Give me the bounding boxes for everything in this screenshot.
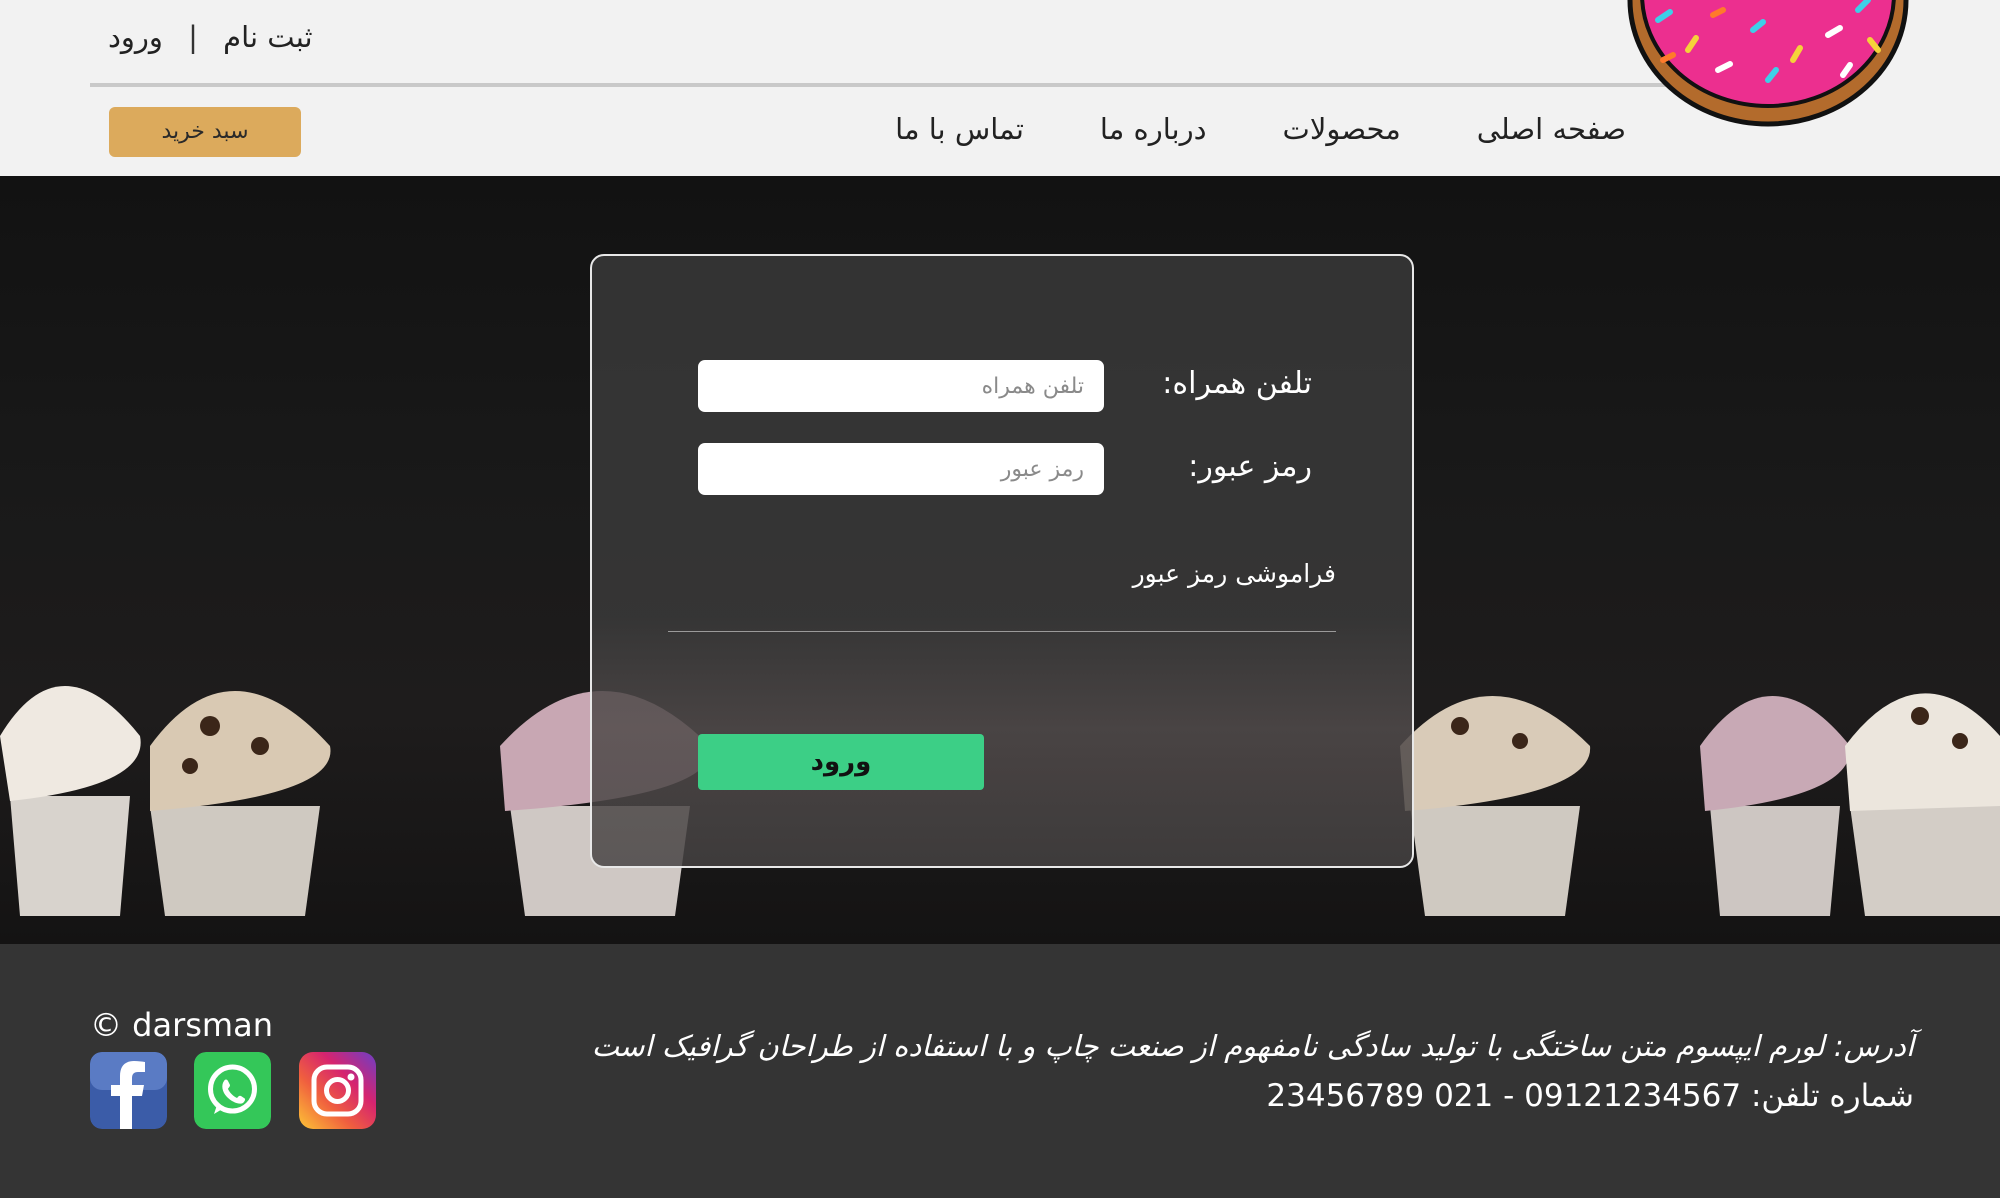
forgot-password-link[interactable]: فراموشی رمز عبور xyxy=(1133,559,1336,588)
cart-button[interactable]: سبد خرید xyxy=(109,107,301,157)
donut-logo-icon[interactable] xyxy=(1618,0,1918,130)
phone-input[interactable] xyxy=(698,360,1104,412)
footer-phone: شماره تلفن: 09121234567 - 021 23456789 xyxy=(1266,1078,1914,1114)
login-submit-button[interactable]: ورود xyxy=(698,734,984,790)
phone-label: تلفن همراه: xyxy=(1162,366,1312,401)
password-input[interactable] xyxy=(698,443,1104,495)
password-field-row: رمز عبور: xyxy=(698,443,1312,495)
nav-about[interactable]: درباره ما xyxy=(1100,112,1207,146)
login-form: تلفن همراه: رمز عبور: فراموشی رمز عبور و… xyxy=(590,254,1414,868)
login-link[interactable]: ورود xyxy=(108,20,163,54)
nav-home[interactable]: صفحه اصلی xyxy=(1477,112,1626,146)
register-link[interactable]: ثبت نام xyxy=(223,20,312,54)
nav-contact[interactable]: تماس با ما xyxy=(895,112,1024,146)
instagram-icon[interactable] xyxy=(299,1052,376,1129)
password-label: رمز عبور: xyxy=(1188,449,1312,484)
header-divider xyxy=(90,83,1670,87)
cupcakes-left-image xyxy=(0,686,331,916)
form-divider xyxy=(668,631,1336,632)
cupcakes-right-image xyxy=(1700,693,2000,916)
main-nav: صفحه اصلی محصولات درباره ما تماس با ما xyxy=(895,112,1626,146)
phone-field-row: تلفن همراه: xyxy=(698,360,1312,412)
auth-links: ورود | ثبت نام xyxy=(108,18,313,54)
site-footer: © darsman آدرس: لورم ایپسوم متن ساختگی ب… xyxy=(0,944,2000,1198)
copyright-text: © darsman xyxy=(90,1006,273,1044)
nav-products[interactable]: محصولات xyxy=(1283,112,1401,146)
cupcake-center-right-image xyxy=(1400,696,1591,916)
whatsapp-icon[interactable] xyxy=(194,1052,271,1129)
auth-separator: | xyxy=(188,20,198,54)
footer-address: آدرس: لورم ایپسوم متن ساختگی با تولید سا… xyxy=(591,1029,1914,1063)
site-header: ورود | ثبت نام صفحه اصلی محصولات درباره xyxy=(0,0,2000,176)
hero-section: تلفن همراه: رمز عبور: فراموشی رمز عبور و… xyxy=(0,176,2000,944)
facebook-icon[interactable] xyxy=(90,1052,167,1129)
